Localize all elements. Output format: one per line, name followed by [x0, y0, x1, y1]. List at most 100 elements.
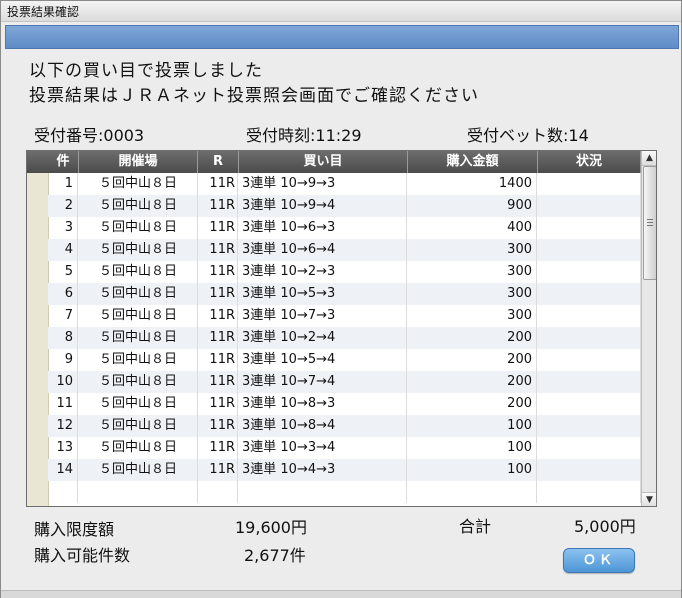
available-count-value: 2,677件 — [244, 546, 306, 565]
cell-no: 7 — [48, 305, 78, 327]
cell-race: 11R — [198, 195, 238, 217]
cell-status — [538, 371, 641, 393]
cell-status — [538, 217, 641, 239]
cell-amount: 200 — [408, 371, 537, 393]
cell-venue: ５回中山８日 — [79, 437, 198, 459]
cell-race: 11R — [198, 415, 238, 437]
cell-status — [538, 305, 641, 327]
cell-no: 9 — [48, 349, 78, 371]
table-row[interactable]: 1 ５回中山８日 11R 3連単 10→9→3 1400 — [48, 173, 641, 195]
table-row[interactable]: 10 ５回中山８日 11R 3連単 10→7→4 200 — [48, 371, 641, 393]
cell-venue: ５回中山８日 — [79, 327, 198, 349]
cell-race: 11R — [198, 217, 238, 239]
cell-amount: 100 — [408, 459, 537, 481]
cell-race: 11R — [198, 349, 238, 371]
cell-status — [538, 481, 641, 503]
cell-venue: ５回中山８日 — [79, 239, 198, 261]
table-row[interactable]: 14 ５回中山８日 11R 3連単 10→4→3 100 — [48, 459, 641, 481]
bottom-status-strip — [1, 590, 681, 598]
receipt-time: 受付時刻:11:29 — [246, 126, 362, 145]
cell-bet: 3連単 10→7→3 — [239, 305, 407, 327]
cell-amount: 200 — [408, 327, 537, 349]
total-label: 合計 — [459, 517, 492, 536]
table-row[interactable]: 12 ５回中山８日 11R 3連単 10→8→4 100 — [48, 415, 641, 437]
cell-status — [538, 261, 641, 283]
cell-race: 11R — [198, 371, 238, 393]
table-row[interactable]: 8 ５回中山８日 11R 3連単 10→2→4 200 — [48, 327, 641, 349]
cell-race: 11R — [198, 261, 238, 283]
cell-status — [538, 415, 641, 437]
vertical-scrollbar[interactable]: ▲ ▼ — [641, 151, 656, 506]
cell-race: 11R — [198, 283, 238, 305]
cell-venue: ５回中山８日 — [79, 217, 198, 239]
table-row[interactable] — [48, 481, 641, 503]
cell-status — [538, 239, 641, 261]
header-col-amount[interactable]: 購入金額 — [408, 151, 538, 173]
cell-bet: 3連単 10→2→4 — [239, 327, 407, 349]
header-col-no[interactable]: 件 — [48, 151, 79, 173]
scroll-up-icon[interactable]: ▲ — [642, 151, 656, 166]
table-row[interactable]: 9 ５回中山８日 11R 3連単 10→5→4 200 — [48, 349, 641, 371]
cell-amount: 100 — [408, 437, 537, 459]
available-count-label: 購入可能件数 — [34, 546, 131, 565]
cell-amount: 300 — [408, 283, 537, 305]
bet-results-table: 件開催場 R 買い目 購入金額 状況 1 ５回中山８日 11R 3連単 10→9→3 1400 2… — [26, 150, 657, 507]
cell-race: 11R — [198, 393, 238, 415]
cell-no: 13 — [48, 437, 78, 459]
header-col-race[interactable]: R — [198, 151, 239, 173]
window-title: 投票結果確認 — [7, 5, 80, 19]
cell-bet: 3連単 10→7→4 — [239, 371, 407, 393]
cell-venue: ５回中山８日 — [79, 371, 198, 393]
table-row[interactable]: 13 ５回中山８日 11R 3連単 10→3→4 100 — [48, 437, 641, 459]
gutter-header — [27, 151, 48, 173]
cell-status — [538, 349, 641, 371]
cell-no: 11 — [48, 393, 78, 415]
table-header: 件開催場 R 買い目 購入金額 状況 — [48, 151, 641, 173]
cell-amount: 100 — [408, 415, 537, 437]
cell-venue: ５回中山８日 — [79, 459, 198, 481]
cell-race — [198, 481, 238, 503]
dialog-window: 投票結果確認 以下の買い目で投票しました 投票結果はＪＲＡネット投票照会画面でご… — [0, 0, 682, 598]
cell-amount: 300 — [408, 261, 537, 283]
cell-bet: 3連単 10→8→3 — [239, 393, 407, 415]
cell-bet: 3連単 10→4→3 — [239, 459, 407, 481]
cell-no: 1 — [48, 173, 78, 195]
cell-no: 10 — [48, 371, 78, 393]
cell-status — [538, 327, 641, 349]
scroll-down-icon[interactable]: ▼ — [642, 492, 656, 506]
cell-bet — [239, 481, 407, 503]
cell-amount: 900 — [408, 195, 537, 217]
cell-status — [538, 459, 641, 481]
header-col-status[interactable]: 状況 — [538, 151, 641, 173]
cell-bet: 3連単 10→5→3 — [239, 283, 407, 305]
table-row[interactable]: 5 ５回中山８日 11R 3連単 10→2→3 300 — [48, 261, 641, 283]
cell-race: 11R — [198, 327, 238, 349]
cell-amount: 400 — [408, 217, 537, 239]
cell-venue: ５回中山８日 — [79, 173, 198, 195]
cell-no: 5 — [48, 261, 78, 283]
cell-status — [538, 283, 641, 305]
cell-no: 4 — [48, 239, 78, 261]
title-bar[interactable]: 投票結果確認 — [1, 1, 681, 22]
table-row[interactable]: 4 ５回中山８日 11R 3連単 10→6→4 300 — [48, 239, 641, 261]
cell-bet: 3連単 10→8→4 — [239, 415, 407, 437]
table-row[interactable]: 11 ５回中山８日 11R 3連単 10→8→3 200 — [48, 393, 641, 415]
cell-no: 8 — [48, 327, 78, 349]
cell-race: 11R — [198, 173, 238, 195]
cell-race: 11R — [198, 305, 238, 327]
cell-amount: 200 — [408, 349, 537, 371]
header-col-venue[interactable]: 開催場 — [79, 151, 198, 173]
cell-amount: 300 — [408, 305, 537, 327]
cell-status — [538, 393, 641, 415]
receipt-number: 受付番号:0003 — [34, 126, 145, 145]
cell-venue: ５回中山８日 — [79, 261, 198, 283]
ok-button[interactable]: ＯＫ — [563, 548, 635, 573]
table-row[interactable]: 6 ５回中山８日 11R 3連単 10→5→3 300 — [48, 283, 641, 305]
cell-amount — [408, 481, 537, 503]
table-row[interactable]: 7 ５回中山８日 11R 3連単 10→7→3 300 — [48, 305, 641, 327]
table-row[interactable]: 3 ５回中山８日 11R 3連単 10→6→3 400 — [48, 217, 641, 239]
table-row[interactable]: 2 ５回中山８日 11R 3連単 10→9→4 900 — [48, 195, 641, 217]
header-col-bet[interactable]: 買い目 — [239, 151, 408, 173]
scroll-thumb[interactable] — [643, 166, 656, 280]
cell-bet: 3連単 10→9→4 — [239, 195, 407, 217]
